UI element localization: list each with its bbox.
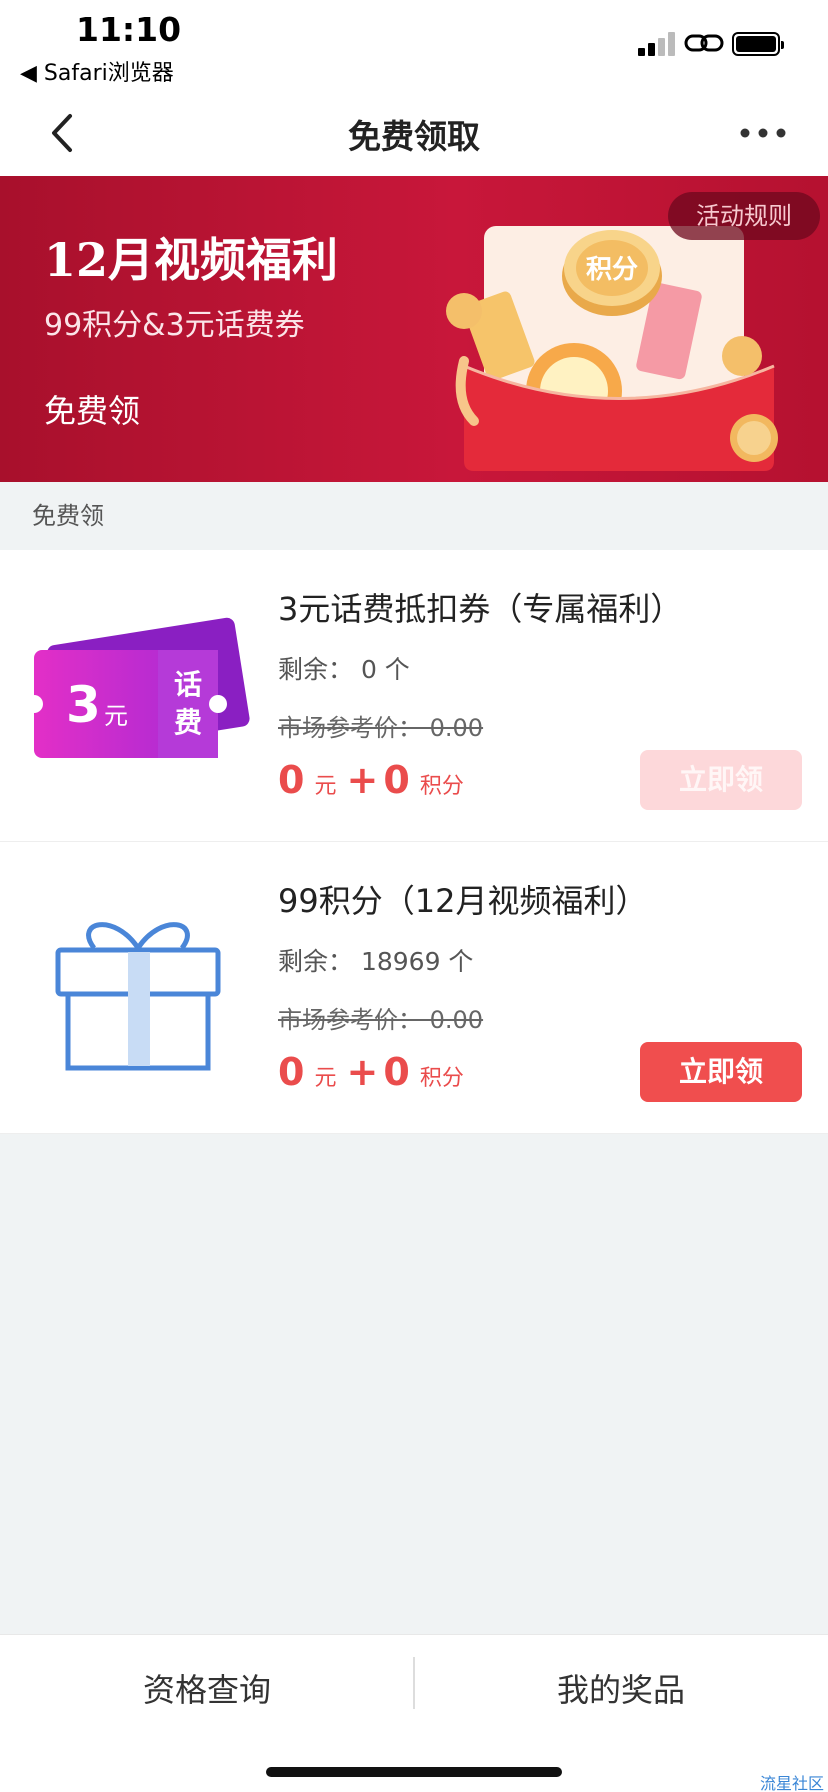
price-yuan: 0 xyxy=(278,1050,305,1094)
item-stock: 剩余： 18969 个 xyxy=(278,947,474,976)
status-time: 11:10 xyxy=(76,10,182,49)
voucher-icon: 3 元 话 费 xyxy=(25,617,250,758)
price-points-unit: 积分 xyxy=(419,774,464,799)
claim-button[interactable]: 立即领 xyxy=(640,1042,802,1102)
claim-button[interactable]: 立即领 xyxy=(640,750,802,810)
item-price: 0 元 + 0 积分 xyxy=(278,1050,474,1094)
signal-icon xyxy=(638,32,678,56)
tab-qualification-check[interactable]: 资格查询 xyxy=(0,1665,414,1711)
reward-list: 3 元 话 费 3元话费抵扣券（专属福利） 剩余： 0 个 市场参考价： 0.0… xyxy=(0,550,828,1134)
price-yuan-unit: 元 xyxy=(314,1066,337,1091)
list-item[interactable]: 99积分（12月视频福利） 剩余： 18969 个 市场参考价： 0.00 0元… xyxy=(0,842,828,1134)
price-plus: + xyxy=(346,758,379,802)
price-points: 0 xyxy=(383,758,410,802)
price-points-unit: 积分 xyxy=(419,1066,464,1091)
battery-icon xyxy=(732,32,784,56)
nav-bar: 免费领取 xyxy=(0,90,828,176)
status-bar: 11:10 ◀ Safari浏览器 xyxy=(0,0,828,90)
promo-banner[interactable]: 12月视频福利 99积分&3元话费券 免费领 积分 活动规则 xyxy=(0,176,828,482)
voucher-label-2: 费 xyxy=(174,706,202,739)
activity-rules-button[interactable]: 活动规则 xyxy=(668,192,820,240)
tab-my-prizes[interactable]: 我的奖品 xyxy=(414,1665,828,1711)
voucher-amount: 3 xyxy=(66,676,101,734)
red-envelope-icon: 积分 xyxy=(446,226,778,471)
watermark: 流星社区 xyxy=(760,1774,825,1792)
back-to-app-link[interactable]: ◀ Safari浏览器 xyxy=(20,55,174,87)
voucher-label-1: 话 xyxy=(174,668,202,701)
coin-text: 积分 xyxy=(586,255,638,285)
section-label: 免费领 xyxy=(32,502,104,530)
price-yuan-unit: 元 xyxy=(314,774,337,799)
page-title: 免费领取 xyxy=(348,117,480,156)
bottom-tab-bar: 资格查询 我的奖品 xyxy=(0,1634,828,1792)
link-icon xyxy=(684,34,724,52)
more-dots-icon[interactable] xyxy=(738,118,788,148)
price-plus: + xyxy=(346,1050,379,1094)
item-title: 99积分（12月视频福利） xyxy=(278,882,648,920)
price-points: 0 xyxy=(383,1050,410,1094)
item-stock: 剩余： 0 个 xyxy=(278,655,410,684)
list-item[interactable]: 3 元 话 费 3元话费抵扣券（专属福利） 剩余： 0 个 市场参考价： 0.0… xyxy=(0,550,828,842)
item-market-price: 市场参考价： 0.00 xyxy=(278,1006,484,1034)
gift-box-icon xyxy=(55,922,221,1071)
banner-subtitle: 99积分&3元话费券 xyxy=(44,308,305,343)
voucher-unit: 元 xyxy=(104,702,128,730)
banner-title: 12月视频福利 xyxy=(44,233,339,287)
home-indicator[interactable] xyxy=(266,1767,562,1777)
item-price: 0 元 + 0 积分 xyxy=(278,758,474,802)
item-market-price: 市场参考价： 0.00 xyxy=(278,714,484,742)
item-title: 3元话费抵扣券（专属福利） xyxy=(278,590,683,628)
banner-cta: 免费领 xyxy=(44,392,141,430)
price-yuan: 0 xyxy=(278,758,305,802)
